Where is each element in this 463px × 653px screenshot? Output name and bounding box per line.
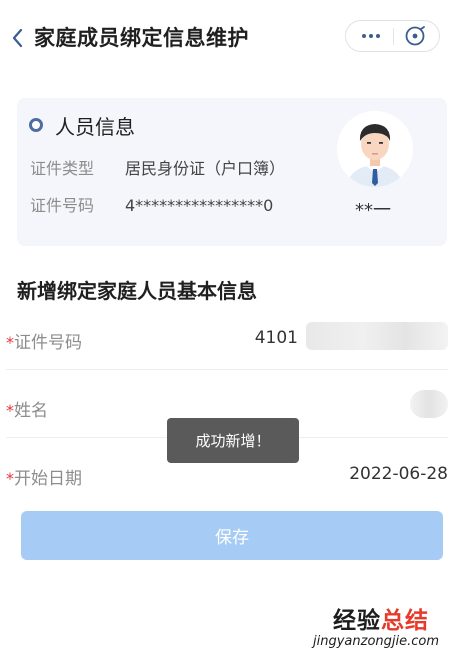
field-divider bbox=[6, 369, 448, 370]
id-number-label: 证件号码 bbox=[30, 196, 95, 215]
person-name-masked: **一 bbox=[355, 200, 391, 221]
watermark-highlight: 总结 bbox=[381, 608, 429, 634]
id-number-row: 证件号码 4****************0 bbox=[30, 192, 273, 216]
field-label: *开始日期 bbox=[6, 464, 82, 489]
person-info-card: 人员信息 证件类型 居民身份证（户口簿） 证件号码 4***************… bbox=[17, 98, 447, 246]
target-close-icon[interactable] bbox=[402, 24, 428, 48]
toast-message: 成功新增！ bbox=[167, 418, 299, 463]
watermark: 经验总结 jingyanzongjie.com bbox=[313, 601, 439, 649]
required-mark: * bbox=[6, 333, 14, 352]
watermark-brand: 经验总结 bbox=[333, 601, 429, 635]
id-number-value: 4****************0 bbox=[125, 196, 274, 215]
id-type-row: 证件类型 居民身份证（户口簿） bbox=[30, 155, 285, 179]
app-header: 家庭成员绑定信息维护 bbox=[0, 0, 463, 78]
id-number-input[interactable]: 4101 bbox=[255, 328, 298, 348]
save-button[interactable]: 保存 bbox=[21, 511, 443, 560]
page-title: 家庭成员绑定信息维护 bbox=[34, 26, 249, 50]
id-type-label: 证件类型 bbox=[30, 159, 95, 178]
watermark-url: jingyanzongjie.com bbox=[313, 634, 440, 649]
start-date-field-label: 开始日期 bbox=[14, 469, 82, 489]
required-mark: * bbox=[6, 401, 14, 420]
chevron-left-icon[interactable] bbox=[8, 24, 28, 52]
form-title: 新增绑定家庭人员基本信息 bbox=[17, 279, 257, 303]
more-dots-icon[interactable] bbox=[358, 24, 384, 48]
watermark-prefix: 经验 bbox=[333, 608, 381, 634]
section-dot-icon bbox=[29, 118, 43, 132]
id-number-field-label: 证件号码 bbox=[14, 333, 82, 353]
start-date-picker[interactable]: 2022-06-28 bbox=[349, 464, 448, 484]
id-type-value: 居民身份证（户口簿） bbox=[125, 159, 286, 178]
mini-program-capsule bbox=[345, 20, 440, 52]
redacted-blur bbox=[306, 322, 448, 350]
avatar bbox=[337, 111, 413, 187]
section-title: 人员信息 bbox=[55, 115, 135, 139]
field-label: *证件号码 bbox=[6, 328, 82, 353]
name-field-label: 姓名 bbox=[14, 401, 48, 421]
capsule-divider bbox=[393, 28, 394, 45]
field-label: *姓名 bbox=[6, 396, 48, 421]
required-mark: * bbox=[6, 469, 14, 488]
field-id-number[interactable]: *证件号码 4101 bbox=[6, 308, 448, 370]
redacted-blur bbox=[410, 390, 448, 418]
